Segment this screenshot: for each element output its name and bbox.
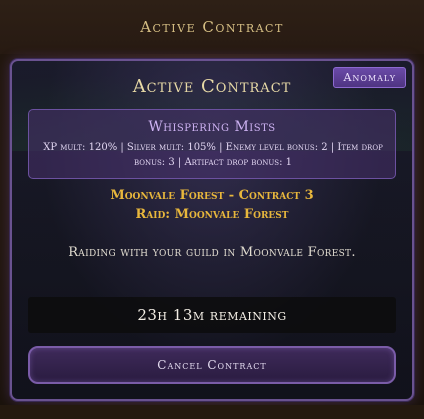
header-title: Active Contract [140,18,284,36]
modifier-stats: XP mult: 120% | Silver mult: 105% | Enem… [43,142,383,168]
contract-name: Moonvale Forest - Contract 3 [110,188,314,203]
contract-description: Raiding with your guild in Moonvale Fore… [68,245,356,260]
bottom-strip [0,405,424,419]
active-contract-panel: Anomaly Active Contract Whispering Mists… [10,59,414,401]
panel-title: Active Contract [132,76,292,97]
time-remaining: 23h 13m remaining [137,306,287,324]
modifier-box: Whispering Mists XP mult: 120% | Silver … [28,109,396,179]
header-bar: Active Contract [0,0,424,54]
timer-box: 23h 13m remaining [28,297,396,333]
contract-screen: Active Contract Anomaly Active Contract … [0,0,424,419]
cancel-contract-label: Cancel Contract [157,358,267,372]
raid-name: Raid: Moonvale Forest [135,207,289,222]
modifier-name: Whispering Mists [148,119,276,135]
cancel-contract-button[interactable]: Cancel Contract [28,346,396,384]
